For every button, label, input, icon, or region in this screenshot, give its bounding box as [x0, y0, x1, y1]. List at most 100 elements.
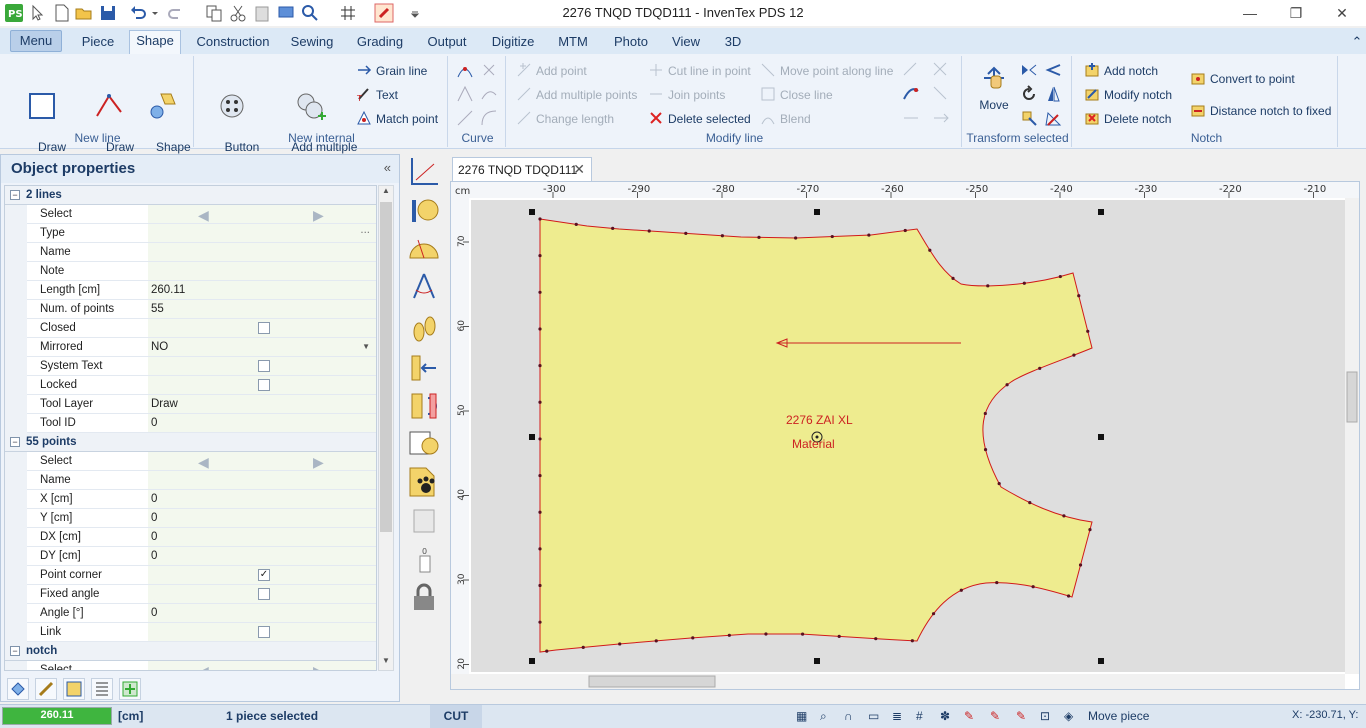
- minimize-button[interactable]: —: [1227, 0, 1273, 26]
- outline-point[interactable]: [538, 510, 542, 514]
- outline-point[interactable]: [1058, 274, 1062, 279]
- panel-tool-4-icon[interactable]: [91, 678, 113, 700]
- property-value[interactable]: [148, 243, 376, 261]
- collapse-section-icon[interactable]: −: [10, 646, 20, 656]
- outline-point[interactable]: [538, 583, 542, 588]
- selection-handle[interactable]: [529, 209, 535, 215]
- mode-indicator[interactable]: CUT: [430, 705, 482, 728]
- move-point-along-line-button[interactable]: Move point along line: [760, 61, 893, 81]
- outline-point[interactable]: [903, 228, 907, 233]
- modify-tool-3-icon[interactable]: [932, 85, 950, 105]
- curve-tool-6-icon[interactable]: [480, 109, 498, 129]
- section-lines[interactable]: −2 lines: [5, 186, 376, 205]
- panel-tool-1-icon[interactable]: [7, 678, 29, 700]
- property-value[interactable]: 0: [148, 604, 376, 622]
- outline-point[interactable]: [837, 634, 841, 638]
- outline-point[interactable]: [928, 248, 932, 252]
- outline-point[interactable]: [997, 481, 1001, 486]
- outline-point[interactable]: [995, 580, 999, 585]
- outline-point[interactable]: [538, 620, 542, 624]
- select-previous-icon[interactable]: ◀: [198, 206, 209, 224]
- selection-handle[interactable]: [814, 209, 820, 215]
- property-value[interactable]: 55: [148, 300, 376, 318]
- outline-point[interactable]: [538, 437, 542, 441]
- outline-point[interactable]: [874, 637, 878, 641]
- property-value[interactable]: [148, 585, 376, 603]
- status-icon-paw[interactable]: ✽: [940, 709, 950, 723]
- close-line-button[interactable]: Close line: [760, 85, 833, 105]
- outline-point[interactable]: [654, 639, 658, 643]
- ribbon-collapse-icon[interactable]: ⌃: [1350, 32, 1364, 54]
- horizontal-scrollbar-thumb[interactable]: [588, 675, 716, 688]
- curve-tool-2-icon[interactable]: [480, 61, 498, 81]
- outline-point[interactable]: [830, 234, 834, 239]
- outline-point[interactable]: [1031, 585, 1035, 589]
- property-value[interactable]: 0: [148, 528, 376, 546]
- outline-point[interactable]: [538, 364, 542, 368]
- outline-point[interactable]: [611, 226, 615, 231]
- outline-point[interactable]: [867, 233, 871, 237]
- rotate-icon[interactable]: [1020, 85, 1038, 105]
- tape-measure-icon[interactable]: [408, 194, 440, 226]
- outline-point[interactable]: [545, 649, 549, 653]
- tab-sewing[interactable]: Sewing: [284, 32, 340, 54]
- property-value[interactable]: [148, 471, 376, 489]
- outline-point[interactable]: [757, 235, 761, 239]
- outline-point[interactable]: [1077, 294, 1081, 298]
- tab-photo[interactable]: Photo: [608, 32, 654, 54]
- modify-notch-button[interactable]: Modify notch: [1084, 85, 1172, 105]
- outline-point[interactable]: [538, 217, 542, 221]
- blend-button[interactable]: Blend: [760, 109, 811, 129]
- outline-point[interactable]: [951, 276, 955, 280]
- delete-selected-button[interactable]: Delete selected: [648, 109, 751, 129]
- tab-output[interactable]: Output: [420, 32, 474, 54]
- outline-point[interactable]: [1072, 353, 1076, 357]
- grain-line-button[interactable]: Grain line: [356, 61, 427, 81]
- property-value[interactable]: NO ▼: [148, 338, 376, 356]
- property-value[interactable]: 0: [148, 490, 376, 508]
- outline-point[interactable]: [538, 254, 542, 258]
- scroll-up-icon[interactable]: ▲: [380, 186, 392, 200]
- property-value[interactable]: [148, 357, 376, 375]
- status-icon-counter[interactable]: ⊡: [1040, 709, 1050, 723]
- curve-tool-4-icon[interactable]: [480, 85, 498, 105]
- outline-point[interactable]: [1066, 594, 1071, 598]
- vertical-scrollbar-thumb[interactable]: [1346, 371, 1358, 423]
- modify-tool-5-icon[interactable]: [932, 109, 950, 129]
- curve-tool-5-icon[interactable]: [456, 109, 474, 129]
- outline-point[interactable]: [800, 632, 805, 636]
- add-multiple-points-button[interactable]: Add multiple points: [516, 85, 637, 105]
- modify-tool-icon[interactable]: [902, 61, 920, 81]
- compass-icon[interactable]: [408, 270, 440, 302]
- join-points-button[interactable]: Join points: [648, 85, 725, 105]
- move-button[interactable]: Move: [972, 62, 1016, 112]
- status-icon-image[interactable]: ▭: [868, 709, 879, 723]
- clipboard-icon[interactable]: [408, 504, 440, 536]
- select-next-icon[interactable]: ▶: [313, 453, 324, 471]
- distance-notch-to-fixed-button[interactable]: Distance notch to fixed: [1190, 101, 1331, 121]
- outline-point[interactable]: [1062, 514, 1066, 518]
- outline-point[interactable]: [618, 642, 622, 646]
- status-icon-text[interactable]: ✎: [1016, 709, 1026, 723]
- calendar-measure-icon[interactable]: [408, 428, 440, 460]
- property-value[interactable]: [148, 376, 376, 394]
- paw-print-icon[interactable]: [408, 466, 440, 498]
- outline-point[interactable]: [720, 234, 724, 238]
- status-icon-tag[interactable]: ◈: [1064, 709, 1073, 723]
- status-icon-magnet[interactable]: ∩: [844, 709, 853, 723]
- panel-tool-2-icon[interactable]: [35, 678, 57, 700]
- property-value[interactable]: 0: [148, 414, 376, 432]
- outline-point[interactable]: [983, 411, 987, 416]
- text-button[interactable]: T Text: [356, 85, 398, 105]
- outline-point[interactable]: [1088, 528, 1092, 532]
- restore-button[interactable]: ❐: [1273, 0, 1319, 26]
- panel-tool-3-icon[interactable]: [63, 678, 85, 700]
- status-icon-zoom[interactable]: ⌕: [820, 709, 827, 724]
- select-previous-icon[interactable]: ◀: [198, 453, 209, 471]
- mirror-horizontal-icon[interactable]: [1020, 61, 1038, 81]
- collapse-section-icon[interactable]: −: [10, 437, 20, 447]
- select-next-icon[interactable]: ▶: [313, 206, 324, 224]
- scroll-down-icon[interactable]: ▼: [380, 656, 392, 670]
- close-button[interactable]: ✕: [1319, 0, 1365, 26]
- section-points[interactable]: −55 points: [5, 433, 376, 452]
